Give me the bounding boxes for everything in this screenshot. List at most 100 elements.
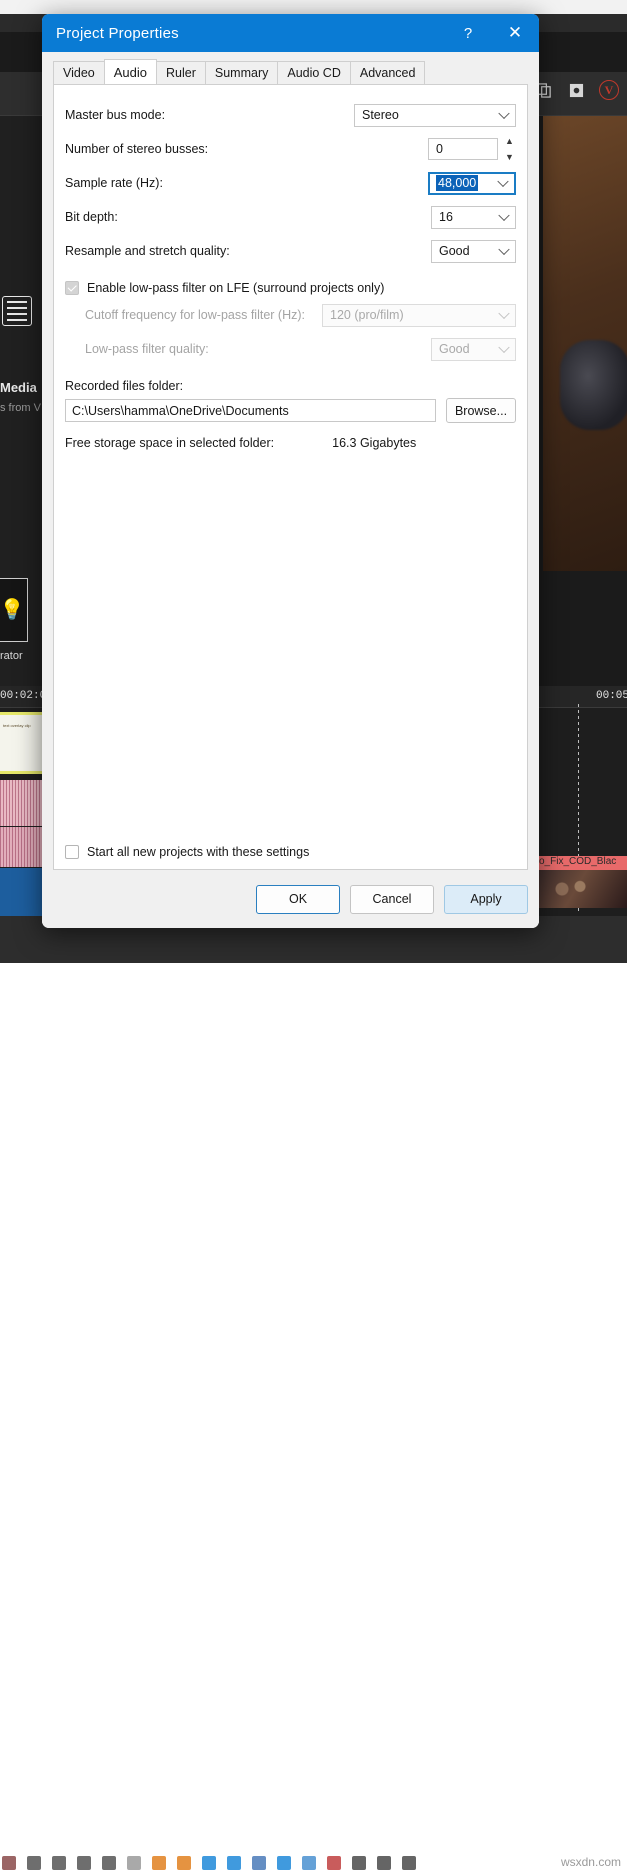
spinner-arrows[interactable]: ▲ ▼ xyxy=(503,137,516,161)
taskbar-icon-11[interactable] xyxy=(252,1856,266,1870)
lowpass-quality-select: Good xyxy=(431,338,516,361)
timeline-clip-label[interactable]: o_Fix_COD_Blac xyxy=(536,856,627,870)
lowpass-quality-value: Good xyxy=(439,342,470,356)
stereo-busses-input[interactable]: 0 xyxy=(428,138,498,160)
start-new-projects-label: Start all new projects with these settin… xyxy=(87,845,309,859)
lowpass-quality-row: Low-pass filter quality: Good xyxy=(65,335,516,363)
taskbar-icon-3[interactable] xyxy=(52,1856,66,1870)
taskbar-icon-14[interactable] xyxy=(327,1856,341,1870)
bit-depth-label: Bit depth: xyxy=(65,210,431,224)
taskbar-icon-8[interactable] xyxy=(177,1856,191,1870)
master-bus-mode-select[interactable]: Stereo xyxy=(354,104,516,127)
chevron-down-icon xyxy=(498,342,509,353)
dock-media-sublabel: s from V xyxy=(0,402,41,414)
dialog-button-bar: OK Cancel Apply xyxy=(42,870,539,928)
resample-quality-select[interactable]: Good xyxy=(431,240,516,263)
dialog-titlebar[interactable]: Project Properties ? ✕ xyxy=(42,14,539,52)
resample-quality-row: Resample and stretch quality: Good xyxy=(65,237,516,265)
document-icon[interactable] xyxy=(2,296,32,326)
sample-rate-row: Sample rate (Hz): 48,000 xyxy=(65,169,516,197)
chevron-down-icon xyxy=(498,244,509,255)
chevron-down-icon xyxy=(497,176,508,187)
taskbar-icon-13[interactable] xyxy=(302,1856,316,1870)
taskbar-icon-1[interactable] xyxy=(2,1856,16,1870)
lfe-checkbox xyxy=(65,281,79,295)
free-space-label: Free storage space in selected folder: xyxy=(65,436,274,450)
lfe-checkbox-row[interactable]: Enable low-pass filter on LFE (surround … xyxy=(65,275,516,301)
start-new-projects-checkbox[interactable] xyxy=(65,845,79,859)
bit-depth-select[interactable]: 16 xyxy=(431,206,516,229)
stereo-busses-row: Number of stereo busses: 0 ▲ ▼ xyxy=(65,135,516,163)
spinner-down-icon[interactable]: ▼ xyxy=(505,153,514,161)
mail-icon[interactable] xyxy=(227,1856,241,1870)
lowpass-quality-label: Low-pass filter quality: xyxy=(85,342,431,356)
audio-track-clip-2[interactable] xyxy=(0,827,44,867)
taskbar-icon-7[interactable] xyxy=(152,1856,166,1870)
selected-track-region[interactable] xyxy=(0,868,44,916)
bit-depth-value: 16 xyxy=(439,210,453,224)
free-space-row: Free storage space in selected folder: 1… xyxy=(65,436,516,450)
chevron-down-icon xyxy=(498,210,509,221)
cancel-button[interactable]: Cancel xyxy=(350,885,434,914)
timecode-right: 00:05 xyxy=(596,690,627,702)
browse-button[interactable]: Browse... xyxy=(446,398,516,423)
chevron-down-icon xyxy=(498,308,509,319)
taskbar-icon-9[interactable] xyxy=(202,1856,216,1870)
titlebar-buttons: ? ✕ xyxy=(445,14,539,52)
cutoff-frequency-value: 120 (pro/film) xyxy=(330,308,404,322)
save-icon[interactable] xyxy=(567,81,585,99)
help-icon[interactable]: ? xyxy=(445,14,491,52)
tab-video[interactable]: Video xyxy=(53,61,105,84)
tab-summary[interactable]: Summary xyxy=(205,61,278,84)
cutoff-frequency-select: 120 (pro/film) xyxy=(322,304,516,327)
lightbulb-icon[interactable]: 💡 xyxy=(0,578,28,642)
dock-media-label: Media xyxy=(0,380,37,395)
master-bus-mode-row: Master bus mode: Stereo xyxy=(65,101,516,129)
waveform xyxy=(0,780,44,826)
tab-audio-cd[interactable]: Audio CD xyxy=(277,61,351,84)
cutoff-frequency-row: Cutoff frequency for low-pass filter (Hz… xyxy=(65,301,516,329)
toolbar-icon-group: V xyxy=(535,80,619,100)
tab-audio[interactable]: Audio xyxy=(104,59,157,84)
start-new-projects-row[interactable]: Start all new projects with these settin… xyxy=(65,845,309,859)
tab-advanced[interactable]: Advanced xyxy=(350,61,426,84)
dialog-title: Project Properties xyxy=(42,25,179,42)
taskbar-icon-row xyxy=(0,1852,627,1874)
timeline-clip-thumbnail[interactable] xyxy=(536,870,627,908)
taskbar-icon-5[interactable] xyxy=(102,1856,116,1870)
resample-quality-label: Resample and stretch quality: xyxy=(65,244,431,258)
audio-track-clip-1[interactable] xyxy=(0,780,44,826)
taskbar-icon-4[interactable] xyxy=(77,1856,91,1870)
master-bus-mode-label: Master bus mode: xyxy=(65,108,354,122)
free-space-value: 16.3 Gigabytes xyxy=(332,436,416,450)
taskbar-icon-16[interactable] xyxy=(377,1856,391,1870)
close-icon[interactable]: ✕ xyxy=(491,14,539,52)
ok-button[interactable]: OK xyxy=(256,885,340,914)
project-properties-dialog: Project Properties ? ✕ Video Audio Ruler… xyxy=(42,14,539,928)
vegas-logo-icon: V xyxy=(599,80,619,100)
dock-generator-label: rator xyxy=(0,650,23,662)
spinner-up-icon[interactable]: ▲ xyxy=(505,137,514,145)
lfe-checkbox-label: Enable low-pass filter on LFE (surround … xyxy=(87,281,384,295)
chevron-down-icon xyxy=(498,108,509,119)
stereo-busses-label: Number of stereo busses: xyxy=(65,142,428,156)
taskbar-icon-15[interactable] xyxy=(352,1856,366,1870)
stereo-busses-stepper[interactable]: 0 ▲ ▼ xyxy=(428,137,516,161)
sample-rate-select[interactable]: 48,000 xyxy=(428,172,516,195)
recorded-folder-label: Recorded files folder: xyxy=(65,379,516,393)
tab-ruler[interactable]: Ruler xyxy=(156,61,206,84)
window-top-strip xyxy=(0,0,627,14)
master-bus-mode-value: Stereo xyxy=(362,108,399,122)
waveform xyxy=(0,827,44,867)
taskbar-icon-2[interactable] xyxy=(27,1856,41,1870)
taskbar-icon-12[interactable] xyxy=(277,1856,291,1870)
lock-icon[interactable] xyxy=(127,1856,141,1870)
site-watermark: wsxdn.com xyxy=(561,1855,621,1869)
taskbar-icon-17[interactable] xyxy=(402,1856,416,1870)
video-track-clip[interactable]: text overlay clip xyxy=(0,712,44,774)
sample-rate-label: Sample rate (Hz): xyxy=(65,176,428,190)
recorded-folder-input[interactable]: C:\Users\hamma\OneDrive\Documents xyxy=(65,399,436,422)
tab-strip: Video Audio Ruler Summary Audio CD Advan… xyxy=(42,60,539,84)
apply-button[interactable]: Apply xyxy=(444,885,528,914)
resample-quality-value: Good xyxy=(439,244,470,258)
